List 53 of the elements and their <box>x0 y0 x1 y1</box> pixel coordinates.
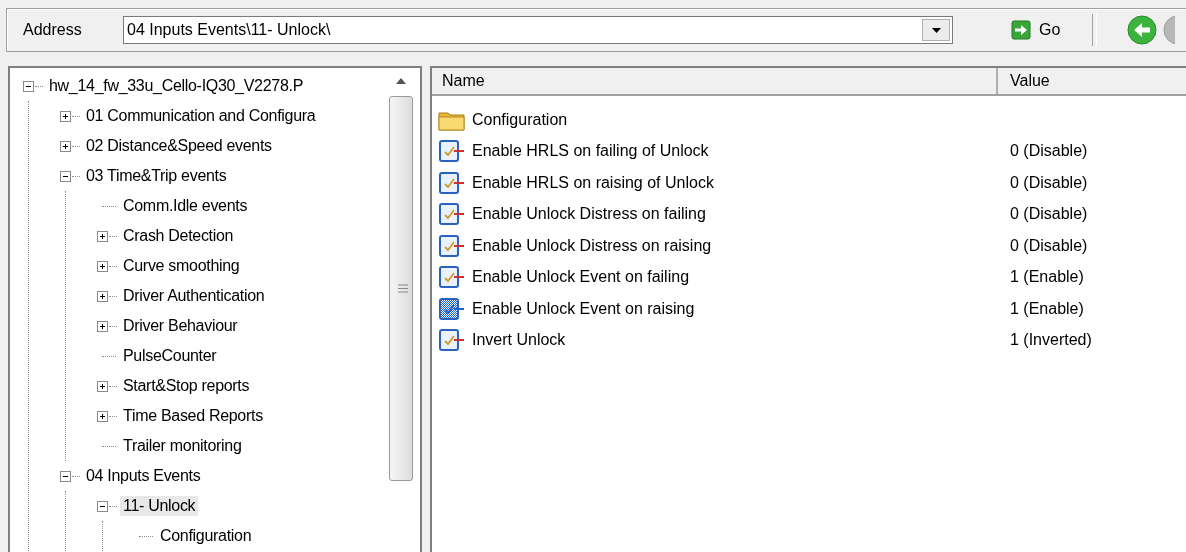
column-header[interactable]: Name <box>432 68 998 94</box>
list-item[interactable]: Enable HRLS on failing of Unlock <box>472 142 709 161</box>
value-text: 1 (Enable) <box>1009 268 1084 287</box>
collapse-icon[interactable] <box>23 80 34 92</box>
tree-item[interactable]: Configuration <box>157 526 255 546</box>
list-item[interactable]: Enable Unlock Distress on failing <box>472 205 706 224</box>
tree-item[interactable]: Start&Stop reports <box>120 376 253 396</box>
expand-icon[interactable] <box>97 320 108 332</box>
value-text: 0 (Disable) <box>1009 173 1088 192</box>
tree-item[interactable]: 03 Time&Trip events <box>83 166 230 186</box>
value-text: 0 (Disable) <box>1009 236 1088 255</box>
tree-item[interactable]: Trailer monitoring <box>120 436 245 456</box>
list-item[interactable]: Enable Unlock Event on failing <box>472 268 690 287</box>
tree-item[interactable]: 11- Unlock <box>120 496 199 516</box>
value-text: 1 (Enable) <box>1009 299 1084 318</box>
list-item[interactable]: Enable Unlock Event on raising <box>472 299 695 318</box>
tree-item[interactable]: Time Based Reports <box>120 406 266 426</box>
column-header[interactable]: Value <box>998 68 1050 94</box>
address-label: Address <box>23 21 83 39</box>
expand-icon[interactable] <box>60 110 71 122</box>
collapse-icon[interactable] <box>60 170 71 182</box>
dropdown-button[interactable] <box>922 19 950 41</box>
tree-item[interactable]: Driver Behaviour <box>120 316 241 336</box>
list-item[interactable]: Enable HRLS on raising of Unlock <box>472 173 714 192</box>
value-text: 1 (Inverted) <box>1009 331 1092 350</box>
expand-icon[interactable] <box>97 260 108 272</box>
tree-item[interactable]: PulseCounter <box>120 346 220 366</box>
list-item[interactable]: Enable Unlock Distress on raising <box>472 236 712 255</box>
value-text: 0 (Disable) <box>1009 142 1088 161</box>
tree-item[interactable]: Crash Detection <box>120 226 237 246</box>
scroll-up-icon[interactable] <box>396 78 406 84</box>
expand-icon[interactable] <box>97 290 108 302</box>
tree-item[interactable]: 02 Distance&Speed events <box>83 136 275 156</box>
back-icon[interactable] <box>1127 15 1158 45</box>
tree-item[interactable]: hw_14_fw_33u_Cello-IQ30_V2278.P <box>46 76 306 96</box>
expand-icon[interactable] <box>60 140 71 152</box>
go-button[interactable]: Go <box>1005 15 1067 45</box>
expand-icon[interactable] <box>97 230 108 242</box>
value-text: 0 (Disable) <box>1009 205 1088 224</box>
tree-item[interactable]: Comm.Idle events <box>120 196 251 216</box>
list-item[interactable]: Invert Unlock <box>472 331 566 350</box>
collapse-icon[interactable] <box>97 500 108 512</box>
tree-item[interactable]: 01 Communication and Configura <box>83 106 319 126</box>
tree-item[interactable]: 04 Inputs Events <box>83 466 204 486</box>
list-item[interactable]: Configuration <box>472 110 568 129</box>
scroll-thumb[interactable] <box>389 96 413 481</box>
caret-icon <box>931 27 941 33</box>
tree-item[interactable]: Driver Authentication <box>120 286 268 306</box>
expand-icon[interactable] <box>97 380 108 392</box>
tree-item[interactable]: Curve smoothing <box>120 256 243 276</box>
address-field[interactable]: 04 Inputs Events\11- Unlock\ <box>123 16 953 44</box>
collapse-icon[interactable] <box>60 470 71 482</box>
expand-icon[interactable] <box>97 410 108 422</box>
